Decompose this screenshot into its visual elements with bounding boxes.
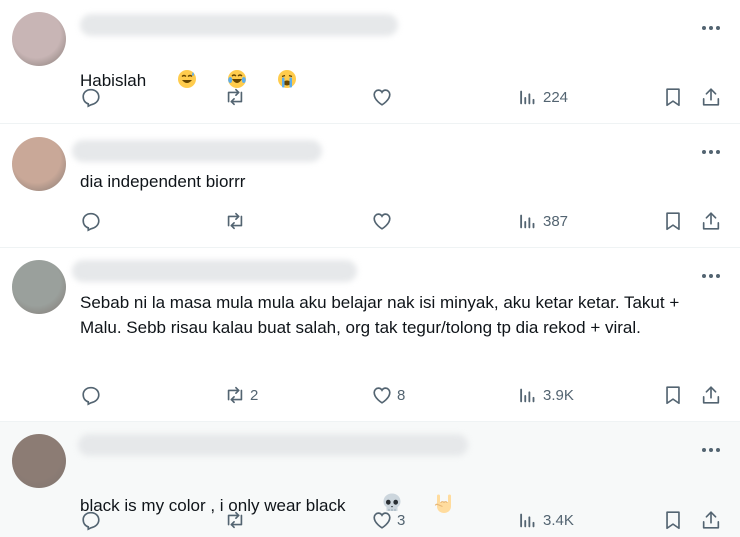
more-options-button[interactable] — [698, 18, 724, 38]
like-button[interactable]: 8 — [371, 383, 405, 407]
views-button[interactable]: 224 — [517, 85, 568, 109]
avatar[interactable] — [12, 260, 66, 314]
share-icon — [702, 386, 720, 404]
share-icon — [702, 212, 720, 230]
action-bar: 2 8 3.9K — [80, 383, 724, 407]
repost-button[interactable] — [224, 508, 250, 532]
like-button[interactable]: 3 — [371, 508, 405, 532]
action-bar: 387 — [80, 209, 724, 233]
post-text: dia independent biorrr — [80, 172, 246, 191]
views-count: 224 — [543, 88, 569, 106]
post-3[interactable]: Sebab ni la masa mula mula aku belajar n… — [0, 248, 740, 422]
share-button[interactable] — [700, 209, 722, 233]
more-options-button[interactable] — [698, 142, 724, 162]
reply-button[interactable] — [80, 209, 106, 233]
more-options-button[interactable] — [698, 440, 724, 460]
post-1[interactable]: Habislah 224 — [0, 0, 740, 124]
views-button[interactable]: 387 — [517, 209, 568, 233]
like-count: 8 — [397, 386, 406, 404]
heart-icon — [373, 387, 391, 404]
views-count: 3.9K — [543, 386, 574, 404]
action-bar: 224 — [80, 85, 724, 109]
repost-button[interactable] — [224, 209, 250, 233]
heart-icon — [373, 89, 391, 106]
share-button[interactable] — [700, 508, 722, 532]
share-button[interactable] — [700, 383, 722, 407]
views-icon — [520, 388, 535, 403]
reply-icon — [82, 386, 100, 406]
reply-button[interactable] — [80, 85, 106, 109]
views-icon — [520, 513, 535, 528]
reply-icon — [82, 212, 100, 232]
heart-icon — [373, 512, 391, 529]
post-text: Sebab ni la masa mula mula aku belajar n… — [80, 293, 684, 337]
reply-button[interactable] — [80, 383, 106, 407]
bookmark-button[interactable] — [662, 508, 684, 532]
repost-icon — [227, 88, 243, 106]
bookmark-icon — [666, 511, 680, 530]
repost-icon — [227, 511, 243, 529]
views-button[interactable]: 3.9K — [517, 383, 574, 407]
avatar[interactable] — [12, 12, 66, 66]
repost-count: 2 — [250, 386, 259, 404]
share-button[interactable] — [700, 85, 722, 109]
share-icon — [702, 511, 720, 529]
views-icon — [520, 214, 535, 229]
blurred-username — [72, 260, 357, 282]
like-button[interactable] — [371, 85, 397, 109]
reply-button[interactable] — [80, 508, 106, 532]
post-2[interactable]: dia independent biorrr 387 — [0, 124, 740, 248]
reply-icon — [82, 511, 100, 531]
repost-button[interactable]: 2 — [224, 383, 258, 407]
share-icon — [702, 88, 720, 106]
repost-icon — [227, 386, 243, 404]
blurred-username — [72, 140, 322, 162]
bookmark-button[interactable] — [662, 383, 684, 407]
like-button[interactable] — [371, 209, 397, 233]
bookmark-icon — [666, 212, 680, 231]
bookmark-icon — [666, 88, 680, 107]
like-count: 3 — [397, 511, 406, 529]
repost-icon — [227, 212, 243, 230]
avatar[interactable] — [12, 137, 66, 191]
bookmark-button[interactable] — [662, 209, 684, 233]
action-bar: 3 3.4K — [80, 508, 724, 532]
avatar[interactable] — [12, 434, 66, 488]
bookmark-icon — [666, 386, 680, 405]
more-options-button[interactable] — [698, 266, 724, 286]
post-4[interactable]: black is my color , i only wear black 3 … — [0, 422, 740, 537]
views-icon — [520, 90, 535, 105]
views-count: 3.4K — [543, 511, 574, 529]
bookmark-button[interactable] — [662, 85, 684, 109]
views-count: 387 — [543, 212, 569, 230]
reply-icon — [82, 88, 100, 108]
views-button[interactable]: 3.4K — [517, 508, 574, 532]
blurred-username — [80, 14, 398, 36]
heart-icon — [373, 213, 391, 230]
blurred-username — [78, 434, 468, 456]
repost-button[interactable] — [224, 85, 250, 109]
